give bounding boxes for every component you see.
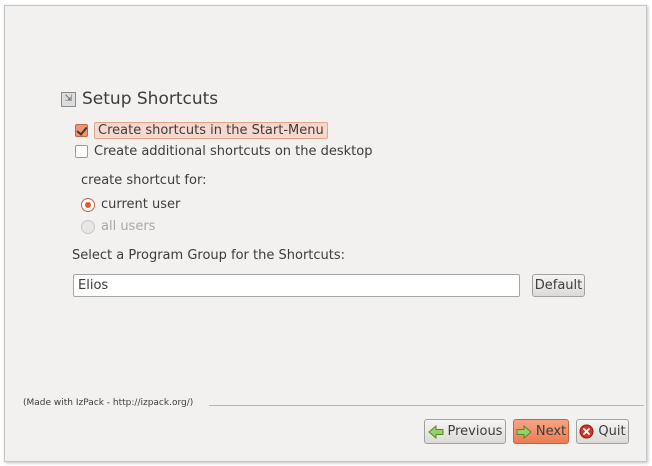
start-menu-option[interactable]: Create shortcuts in the Start-Menu: [75, 122, 328, 139]
arrow-right-icon: [516, 424, 532, 439]
quit-label: Quit: [598, 424, 626, 439]
all-users-label: all users: [101, 219, 156, 234]
quit-button[interactable]: Quit: [576, 419, 629, 444]
next-button[interactable]: Next: [513, 419, 569, 444]
start-menu-label[interactable]: Create shortcuts in the Start-Menu: [94, 122, 328, 139]
close-icon: [579, 424, 594, 439]
previous-label: Previous: [447, 424, 503, 439]
desktop-label[interactable]: Create additional shortcuts on the deskt…: [94, 144, 372, 159]
program-group-input[interactable]: [73, 274, 520, 297]
start-menu-checkbox[interactable]: [75, 124, 88, 137]
shortcut-icon: ⇲: [61, 91, 76, 107]
create-for-label: create shortcut for:: [81, 173, 207, 188]
previous-button[interactable]: Previous: [424, 419, 506, 444]
panel-title: ⇲ Setup Shortcuts: [61, 88, 218, 110]
installer-window: ⇲ Setup Shortcuts Create shortcuts in th…: [4, 5, 647, 462]
desktop-checkbox[interactable]: [75, 145, 88, 158]
radio-all-users: all users: [81, 219, 155, 234]
current-user-label[interactable]: current user: [101, 197, 180, 212]
current-user-radio[interactable]: [81, 197, 95, 212]
next-label: Next: [535, 424, 567, 439]
all-users-radio: [81, 219, 95, 234]
made-with-label: (Made with IzPack - http://izpack.org/): [23, 398, 194, 408]
program-group-label: Select a Program Group for the Shortcuts…: [72, 248, 346, 263]
footer-separator: [209, 405, 644, 406]
default-button[interactable]: Default: [532, 274, 585, 297]
arrow-left-icon: [427, 424, 444, 439]
radio-current-user[interactable]: current user: [81, 197, 180, 212]
panel-title-text: Setup Shortcuts: [82, 89, 219, 109]
desktop-option[interactable]: Create additional shortcuts on the deskt…: [75, 144, 372, 159]
